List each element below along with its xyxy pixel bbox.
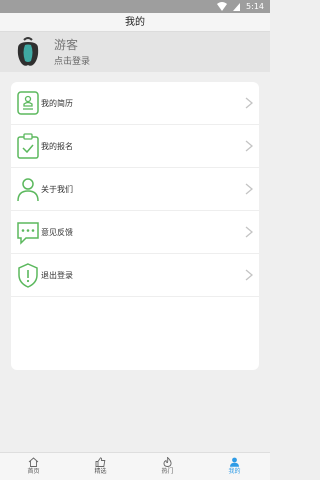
chevron-right-icon: [245, 269, 253, 281]
menu-card: 我的简历 我的报名 关于我们 意见反馈 退出登录: [11, 82, 259, 370]
status-icons: [216, 2, 240, 11]
person-icon: [17, 178, 39, 202]
home-icon: [28, 457, 39, 467]
shield-exclamation-icon: [18, 263, 38, 288]
thumbs-up-icon: [95, 457, 106, 467]
tab-label: 我的: [228, 468, 241, 475]
menu-item-about[interactable]: 关于我们: [11, 168, 259, 211]
tab-label: 精选: [94, 468, 107, 475]
chat-bubble-icon: [17, 222, 39, 245]
menu-item-resume[interactable]: 我的简历: [11, 82, 259, 125]
person-icon: [230, 457, 239, 467]
bottom-tab-bar: 首页 精选 热门 我的: [0, 452, 270, 480]
menu-item-logout[interactable]: 退出登录: [11, 254, 259, 297]
chevron-right-icon: [245, 226, 253, 238]
tab-home[interactable]: 首页: [0, 453, 67, 480]
chevron-right-icon: [245, 140, 253, 152]
clipboard-check-icon: [17, 133, 39, 159]
menu-item-feedback[interactable]: 意见反馈: [11, 211, 259, 254]
tab-popular[interactable]: 热门: [134, 453, 201, 480]
tab-featured[interactable]: 精选: [67, 453, 134, 480]
menu-item-label: 退出登录: [41, 271, 73, 280]
tab-label: 热门: [161, 468, 174, 475]
tab-mine[interactable]: 我的: [201, 453, 268, 480]
status-time: 5:14: [246, 2, 264, 11]
chevron-right-icon: [245, 183, 253, 195]
chevron-right-icon: [245, 97, 253, 109]
resume-icon: [17, 91, 39, 115]
battery-icon: [233, 3, 240, 11]
wifi-icon: [216, 2, 227, 11]
profile-name: 游客: [54, 38, 79, 52]
menu-item-label: 关于我们: [41, 185, 73, 194]
flame-icon: [163, 457, 172, 467]
page-title: 我的: [0, 13, 270, 32]
profile-header[interactable]: 游客 点击登录: [0, 32, 270, 72]
menu-item-registration[interactable]: 我的报名: [11, 125, 259, 168]
pepper-avatar-icon: [17, 37, 39, 66]
menu-item-label: 我的报名: [41, 142, 73, 151]
menu-item-label: 我的简历: [41, 99, 73, 108]
tab-label: 首页: [27, 468, 40, 475]
status-bar: 5:14: [0, 0, 270, 13]
login-link[interactable]: 点击登录: [54, 54, 90, 67]
menu-item-label: 意见反馈: [41, 228, 73, 237]
